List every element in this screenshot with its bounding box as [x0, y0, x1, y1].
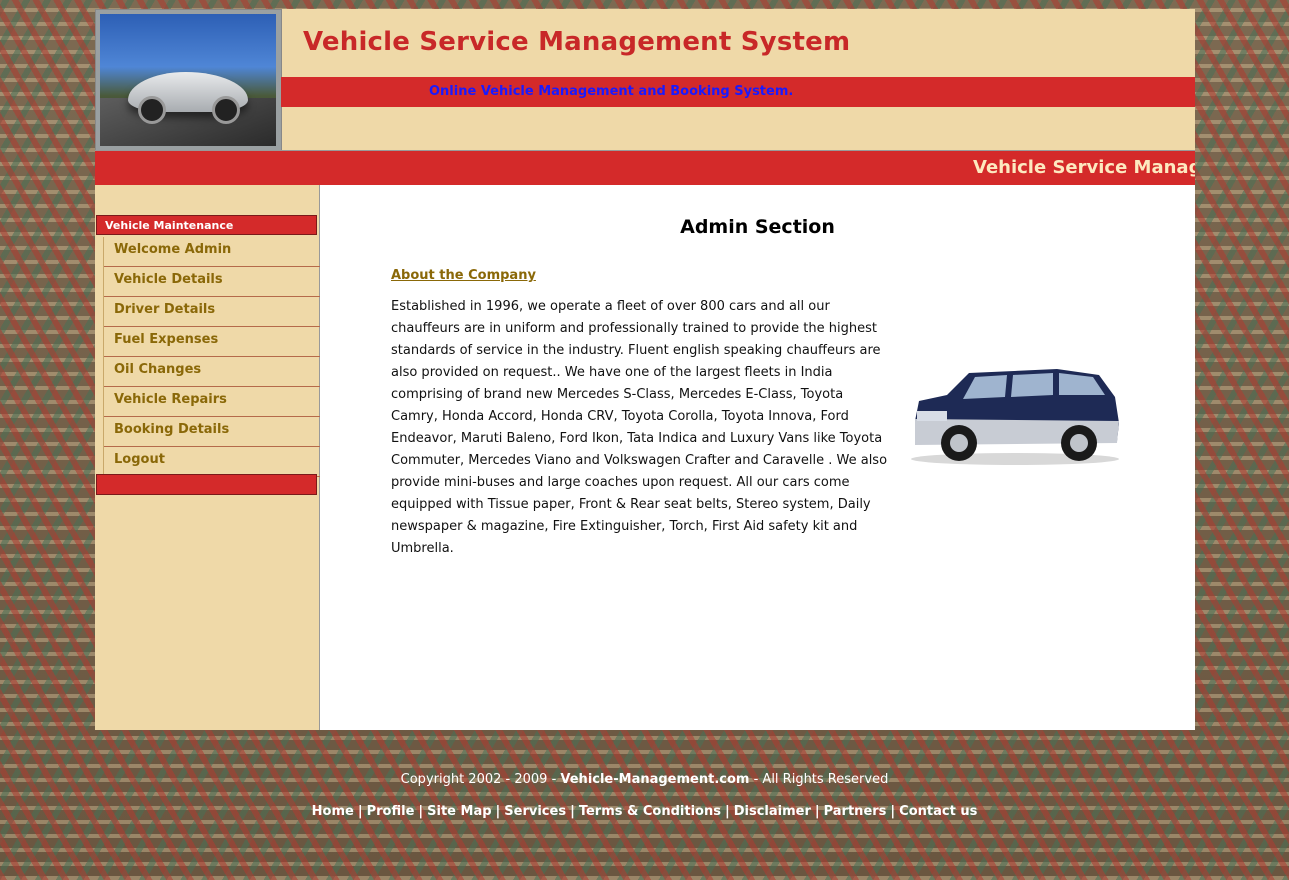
copyright-suffix: - All Rights Reserved: [749, 772, 889, 787]
footer-link-partners[interactable]: Partners: [824, 804, 887, 819]
sidebar-menu: Welcome Admin Vehicle Details Driver Det…: [103, 237, 320, 477]
footer-separator: |: [357, 804, 363, 819]
photo-car-wheel: [212, 96, 240, 124]
footer-link-disclaimer[interactable]: Disclaimer: [734, 804, 811, 819]
sidebar-item-booking-details[interactable]: Booking Details: [104, 417, 320, 447]
suv-grille: [917, 411, 947, 421]
footer-link-profile[interactable]: Profile: [367, 804, 415, 819]
about-paragraph: Established in 1996, we operate a fleet …: [391, 299, 888, 556]
footer-separator: |: [570, 804, 575, 819]
sidebar-item-fuel-expenses[interactable]: Fuel Expenses: [104, 327, 320, 357]
site-title: Vehicle Service Management System: [303, 27, 851, 57]
footer-link-contact[interactable]: Contact us: [899, 804, 977, 819]
sidebar-item-label[interactable]: Driver Details: [114, 302, 215, 317]
sidebar-item-vehicle-details[interactable]: Vehicle Details: [104, 267, 320, 297]
footer-separator: |: [495, 804, 501, 819]
sidebar-item-label[interactable]: Logout: [114, 452, 165, 467]
sidebar: Vehicle Maintenance Welcome Admin Vehicl…: [95, 185, 320, 730]
marquee-text: Vehicle Service Management System: [973, 157, 1195, 178]
copyright-prefix: Copyright 2002 - 2009 -: [400, 772, 561, 787]
menu-footer-bar: [96, 474, 317, 495]
footer-separator: |: [814, 804, 820, 819]
section-title: Admin Section: [680, 216, 835, 238]
footer-nav: Home | Profile | Site Map | Services | Terms & C…: [0, 804, 1289, 819]
suv-hub-rear: [1070, 434, 1088, 452]
page-container: Vehicle Service Management System Online…: [95, 9, 1195, 730]
header-car-photo: [95, 9, 282, 152]
sidebar-item-welcome-admin[interactable]: Welcome Admin: [104, 237, 320, 267]
sidebar-item-oil-changes[interactable]: Oil Changes: [104, 357, 320, 387]
footer-link-services[interactable]: Services: [504, 804, 566, 819]
suv-hub-front: [950, 434, 968, 452]
sidebar-item-label[interactable]: Vehicle Repairs: [114, 392, 227, 407]
sidebar-item-label[interactable]: Booking Details: [114, 422, 229, 437]
sidebar-item-logout[interactable]: Logout: [104, 447, 320, 477]
photo-background: [100, 14, 276, 146]
scrolling-marquee: Vehicle Service Management System: [95, 150, 1195, 185]
sidebar-item-label[interactable]: Vehicle Details: [114, 272, 223, 287]
sidebar-item-vehicle-repairs[interactable]: Vehicle Repairs: [104, 387, 320, 417]
copyright-line: Copyright 2002 - 2009 - Vehicle-Manageme…: [0, 772, 1289, 787]
main-content: Admin Section About the Company Establis…: [320, 185, 1195, 730]
footer-link-home[interactable]: Home: [312, 804, 354, 819]
menu-heading-label: Vehicle Maintenance: [105, 219, 234, 232]
footer-separator: |: [418, 804, 424, 819]
footer-separator: |: [890, 804, 896, 819]
tagline-bar: Online Vehicle Management and Booking Sy…: [281, 77, 1195, 107]
footer-separator: |: [724, 804, 730, 819]
suv-window: [1011, 373, 1053, 397]
sidebar-item-label[interactable]: Fuel Expenses: [114, 332, 218, 347]
copyright-site: Vehicle-Management.com: [560, 772, 750, 787]
footer-link-site-map[interactable]: Site Map: [427, 804, 491, 819]
footer-link-terms[interactable]: Terms & Conditions: [579, 804, 721, 819]
about-company-link[interactable]: About the Company: [391, 268, 536, 283]
menu-heading: Vehicle Maintenance: [96, 215, 317, 235]
sidebar-item-label[interactable]: Welcome Admin: [114, 242, 231, 257]
suv-image: [911, 369, 1119, 465]
sidebar-item-label[interactable]: Oil Changes: [114, 362, 201, 377]
sidebar-item-driver-details[interactable]: Driver Details: [104, 297, 320, 327]
tagline-text: Online Vehicle Management and Booking Sy…: [429, 84, 794, 99]
photo-car-wheel: [138, 96, 166, 124]
